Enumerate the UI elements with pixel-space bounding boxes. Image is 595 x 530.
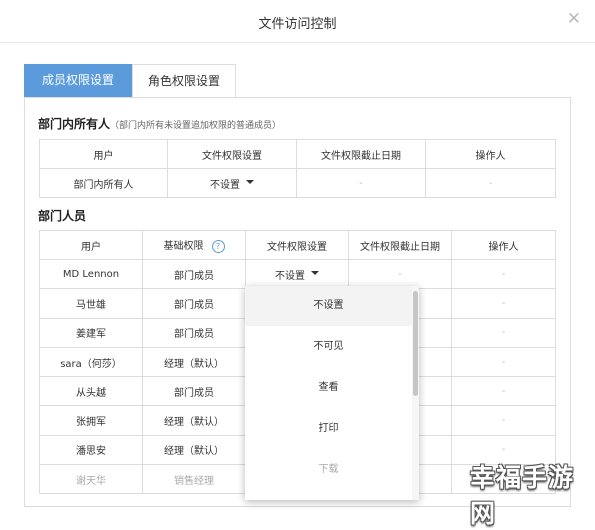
close-icon[interactable]: ✕ [567, 11, 581, 28]
cell-user: 潘思安 [39, 434, 143, 466]
permission-select-value: 不设置 [210, 179, 240, 191]
dropdown-option-print[interactable]: 打印 [245, 409, 412, 449]
dropdown-option-invisible[interactable]: 不可见 [245, 327, 412, 367]
cell-base: 销售经理 [142, 464, 246, 495]
col-header-permission: 文件权限设置 [245, 230, 349, 260]
permission-select[interactable]: 不设置 [245, 258, 349, 290]
owner-table-header: 用户 文件权限设置 文件权限截止日期 操作人 [39, 139, 556, 169]
dropdown-option-view[interactable]: 查看 [245, 368, 412, 408]
cell-operator: - [425, 168, 556, 198]
cell-base: 经理（默认） [142, 346, 246, 378]
cell-user: 马世雄 [39, 288, 143, 319]
cell-user: 从头越 [39, 376, 143, 407]
cell-base: 经理（默认） [142, 434, 246, 466]
tab-member-permissions[interactable]: 成员权限设置 [24, 64, 132, 97]
permission-dropdown-menu: 不设置 不可见 查看 打印 下载 [245, 286, 419, 500]
cell-deadline: - [296, 168, 426, 198]
cell-base: 部门成员 [142, 317, 246, 348]
cell-deadline: - [348, 258, 452, 290]
owner-table: 用户 文件权限设置 文件权限截止日期 操作人 部门内所有人 不设置 - - [39, 139, 556, 198]
dropdown-option-download[interactable]: 下载 [245, 450, 412, 490]
members-table-header: 用户 基础权限? 文件权限设置 文件权限截止日期 操作人 [39, 230, 556, 260]
cell-user: sara（何莎） [39, 346, 143, 378]
cell-operator: - [451, 258, 556, 290]
col-header-operator: 操作人 [451, 230, 556, 260]
dialog-title: 文件访问控制 [258, 17, 337, 32]
cell-user: 部门内所有人 [39, 168, 168, 198]
members-section-title: 部门人员 [38, 209, 87, 223]
permission-select-value: 不设置 [275, 270, 305, 282]
tab-role-permissions[interactable]: 角色权限设置 [132, 64, 236, 97]
col-header-user: 用户 [39, 139, 168, 169]
table-row: 部门内所有人 不设置 - - [39, 168, 556, 198]
dropdown-scrollbar[interactable] [412, 286, 419, 500]
watermark: 幸福手游网 [470, 463, 575, 528]
cell-operator: - [451, 376, 556, 407]
col-header-permission: 文件权限设置 [167, 139, 297, 169]
owner-section-hint: （部门内所有未设置追加权限的普通成员） [110, 121, 282, 131]
cell-operator: - [451, 317, 556, 348]
file-access-dialog: 文件访问控制 ✕ 成员权限设置 角色权限设置 部门内所有人（部门内所有未设置追加… [0, 0, 595, 528]
table-row: MD Lennon 部门成员 不设置 - - [39, 258, 556, 290]
col-header-operator: 操作人 [425, 139, 556, 169]
chevron-down-icon [311, 270, 319, 275]
cell-operator: - [451, 405, 556, 436]
cell-user: 姜建军 [39, 317, 143, 348]
col-header-base-label: 基础权限 [163, 241, 204, 253]
cell-operator: - [451, 288, 556, 319]
owner-section-title-text: 部门内所有人 [38, 117, 111, 131]
owner-section-title: 部门内所有人（部门内所有未设置追加权限的普通成员） [38, 115, 281, 132]
cell-base: 经理（默认） [142, 405, 246, 436]
col-header-deadline: 文件权限截止日期 [296, 139, 426, 169]
cell-operator: - [451, 346, 556, 378]
scrollbar-thumb[interactable] [413, 291, 418, 396]
cell-base: 部门成员 [142, 288, 246, 319]
col-header-user: 用户 [39, 230, 143, 260]
help-icon[interactable]: ? [211, 239, 225, 253]
permission-select[interactable]: 不设置 [167, 168, 297, 198]
cell-user: 谢天华 [39, 464, 143, 495]
cell-base: 部门成员 [142, 258, 246, 290]
col-header-deadline: 文件权限截止日期 [348, 230, 452, 260]
col-header-base-permission: 基础权限? [142, 230, 246, 260]
cell-user: MD Lennon [39, 258, 143, 290]
cell-user: 张拥军 [39, 405, 143, 436]
chevron-down-icon [246, 179, 254, 184]
dialog-header: 文件访问控制 ✕ [0, 0, 595, 43]
dropdown-option-none[interactable]: 不设置 [245, 286, 412, 326]
cell-base: 部门成员 [142, 376, 246, 407]
